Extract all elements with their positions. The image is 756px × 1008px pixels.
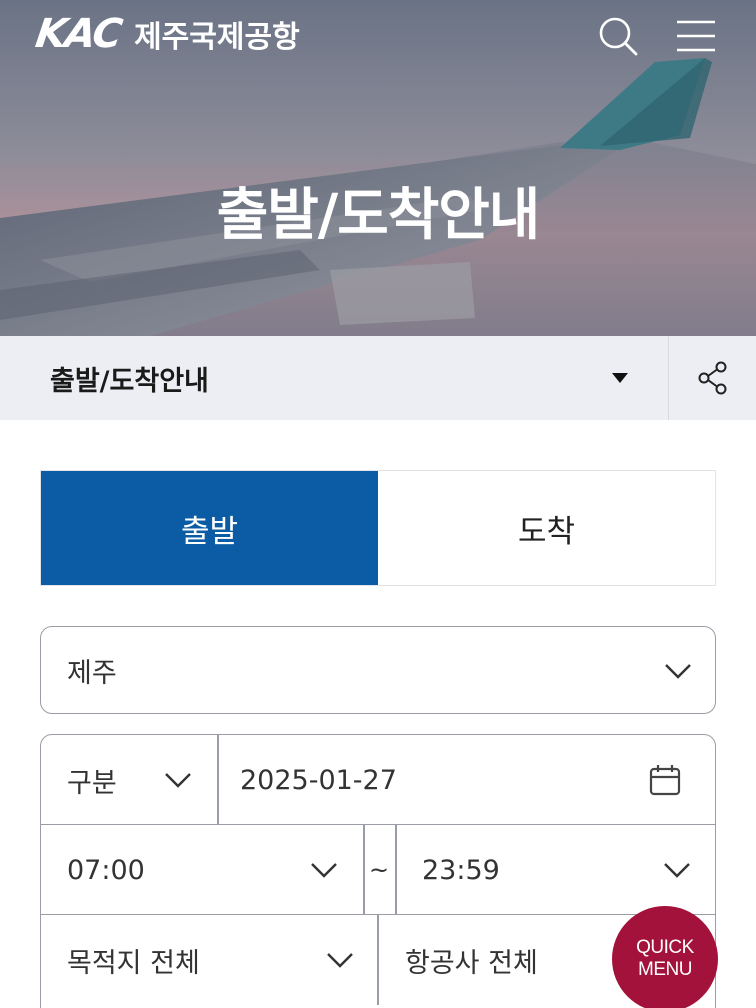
start-time-value: 07:00 [67,854,145,886]
start-time-select[interactable]: 07:00 [41,825,363,915]
chevron-down-icon [165,773,191,788]
logo-text: 제주국제공항 [134,20,300,55]
caret-down-icon [612,373,628,383]
tab-arrival[interactable]: 도착 [378,471,715,585]
airline-value: 항공사 전체 [405,947,538,979]
destination-value: 목적지 전체 [67,947,200,979]
departure-arrival-tabs: 출발 도착 [40,470,716,586]
filter-row-time: 07:00 ~ 23:59 [41,825,715,915]
end-time-value: 23:59 [422,854,500,886]
tilde-label: ~ [368,856,390,884]
search-button[interactable] [596,14,640,58]
tab-departure[interactable]: 출발 [41,471,378,585]
filter-row-type-date: 구분 2025-01-27 [41,735,715,825]
quick-menu-line1: QUICK [636,937,694,958]
type-select[interactable]: 구분 [41,735,217,825]
quick-menu-line2: MENU [638,959,692,980]
calendar-icon[interactable] [648,763,682,797]
type-label: 구분 [67,767,117,799]
destination-select[interactable]: 목적지 전체 [41,915,377,1005]
breadcrumb: 출발/도착안내 [0,336,756,420]
share-icon [698,361,726,395]
top-header: KAC 제주국제공항 [0,0,756,72]
search-icon [599,17,638,56]
chevron-down-icon [664,863,690,878]
airport-value: 제주 [67,657,117,689]
quick-menu-button[interactable]: QUICK MENU [612,906,718,1008]
date-input[interactable]: 2025-01-27 [218,735,715,825]
menu-button[interactable] [674,14,718,58]
hamburger-menu-icon [677,20,715,52]
logo-mark: KAC [32,11,124,57]
hero-banner: KAC 제주국제공항 출발/도착안내 [0,0,756,336]
chevron-down-icon [311,863,337,878]
chevron-down-icon [327,953,353,968]
share-button[interactable] [668,336,756,420]
time-separator: ~ [364,825,394,915]
breadcrumb-select[interactable]: 출발/도착안내 [0,336,668,420]
chevron-down-icon [665,664,691,679]
page-title: 출발/도착안내 [216,183,541,248]
airport-select[interactable]: 제주 [40,626,716,714]
breadcrumb-label: 출발/도착안내 [50,365,209,397]
kac-logo[interactable]: KAC 제주국제공항 [32,11,300,57]
date-value: 2025-01-27 [240,764,397,796]
end-time-select[interactable]: 23:59 [396,825,715,915]
